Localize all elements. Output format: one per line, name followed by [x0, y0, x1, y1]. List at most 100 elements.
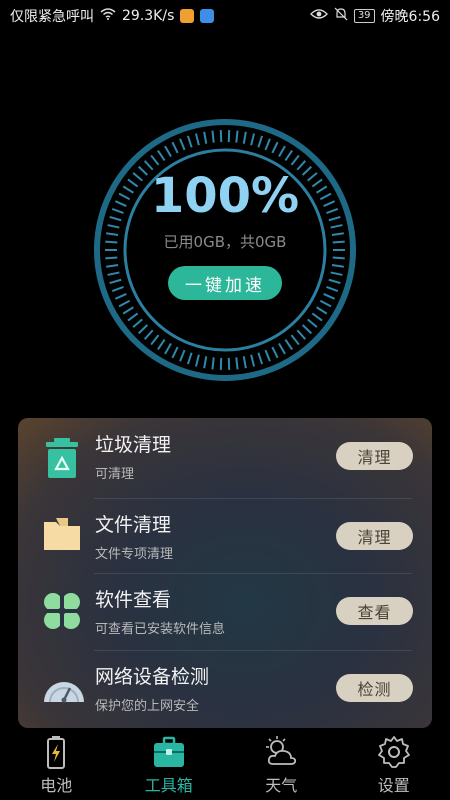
memory-usage-text: 已用0GB，共0GB: [163, 233, 287, 251]
dial-tick: [194, 133, 200, 146]
clock: 傍晚6:56: [380, 9, 440, 25]
dial-tick: [203, 356, 208, 369]
dial-tick: [284, 338, 293, 351]
dial-tick: [107, 271, 120, 276]
dial-tick: [137, 324, 149, 335]
network-check-button[interactable]: 检测: [336, 673, 413, 702]
dial-tick: [271, 141, 279, 154]
dial-tick: [316, 306, 328, 315]
dial-tick: [114, 293, 127, 300]
dial-tick: [118, 299, 131, 308]
dial-tick: [290, 334, 300, 346]
battery-level: 39: [353, 9, 375, 23]
tool-row-junk-clean[interactable]: 垃圾清理 可清理 清理: [18, 418, 432, 493]
tool-subtitle: 可查看已安装软件信息: [95, 621, 226, 637]
dial-tick: [235, 130, 239, 143]
status-bar: 仅限紧急呼叫 29.3K/s 39 傍晚6:56: [0, 0, 450, 32]
dial-tick: [330, 224, 343, 229]
dial-tick: [307, 318, 318, 328]
gear-icon: [377, 736, 410, 768]
tool-subtitle: 文件专项清理: [95, 546, 174, 562]
dial-tick: [171, 141, 179, 154]
dial-tick: [111, 285, 124, 292]
dial-tick: [171, 346, 179, 359]
nav-label: 工具箱: [144, 776, 193, 795]
network-speed: 29.3K/s: [122, 8, 175, 24]
tool-row-network-check[interactable]: 网络设备检测 保护您的上网安全 检测: [18, 650, 432, 725]
trash-recycle-icon: [42, 436, 82, 478]
nav-battery[interactable]: 电池: [0, 728, 113, 800]
dial-tick: [132, 318, 143, 328]
dial-tick: [331, 264, 344, 268]
dial-tick: [250, 133, 256, 146]
dial-tick: [257, 135, 264, 148]
battery-icon: [47, 736, 66, 769]
dial-tick: [122, 306, 134, 315]
nav-label: 设置: [377, 776, 410, 795]
dial-tick: [323, 293, 336, 300]
dial-tick: [150, 334, 160, 346]
nav-toolbox[interactable]: 工具箱: [113, 728, 226, 800]
nav-label: 天气: [265, 776, 298, 795]
dial-tick: [296, 329, 307, 340]
tool-title: 软件查看: [95, 588, 172, 611]
dial-tick: [264, 349, 271, 362]
nav-label: 电池: [40, 776, 73, 795]
app-notification-icon: [180, 9, 195, 23]
dial-tick: [211, 357, 215, 370]
memory-percent: 100%: [150, 168, 300, 224]
tool-subtitle: 保护您的上网安全: [95, 698, 200, 714]
dial-tick: [127, 312, 139, 322]
dial-tick: [179, 349, 186, 362]
dial-tick: [106, 264, 119, 268]
tool-title: 网络设备检测: [95, 665, 210, 688]
app-view-button[interactable]: 查看: [336, 596, 413, 625]
dial-tick: [105, 256, 118, 260]
dial-tick: [301, 324, 313, 335]
nav-weather[interactable]: 天气: [225, 728, 338, 800]
dial-tick: [311, 312, 323, 322]
dial-tick: [164, 343, 172, 355]
dial-tick: [328, 278, 341, 285]
dial-tick: [194, 354, 200, 367]
dial-tick: [150, 154, 160, 166]
wifi-icon: [100, 8, 116, 24]
dial-tick: [107, 224, 120, 229]
junk-clean-button[interactable]: 清理: [336, 441, 413, 470]
eye-icon: [309, 8, 328, 24]
dial-tick: [278, 145, 286, 157]
tool-panel: 垃圾清理 可清理 清理 文件清理 文件专项清理 清理 软件查看 可查看已安装软件…: [18, 418, 432, 728]
toolbox-icon: [153, 736, 184, 767]
nav-settings[interactable]: 设置: [338, 728, 450, 800]
one-tap-boost-button[interactable]: 一键加速: [168, 266, 282, 300]
speedometer-icon: [42, 668, 84, 708]
folder-icon: [42, 516, 82, 556]
dial-tick: [242, 131, 247, 144]
dial-tick: [109, 278, 122, 285]
dial-tick: [319, 299, 332, 308]
dial-tick: [186, 352, 193, 365]
dial-tick: [157, 338, 166, 351]
clover-apps-icon: [42, 591, 82, 631]
dial-tick: [164, 145, 172, 157]
tool-subtitle: 可清理: [95, 466, 135, 482]
dial-tick: [203, 131, 208, 144]
dial-tick: [278, 343, 286, 355]
app-notification-icon: [200, 9, 215, 23]
tool-title: 文件清理: [95, 513, 172, 536]
dial-tick: [157, 149, 166, 162]
dial-tick: [326, 285, 339, 292]
carrier-status-text: 仅限紧急呼叫: [10, 9, 94, 25]
dial-tick: [143, 329, 154, 340]
dial-tick: [264, 138, 271, 151]
file-clean-button[interactable]: 清理: [336, 521, 413, 550]
tool-title: 垃圾清理: [95, 433, 172, 456]
tool-row-app-view[interactable]: 软件查看 可查看已安装软件信息 查看: [18, 573, 432, 648]
dial-tick: [332, 256, 345, 260]
tool-row-file-clean[interactable]: 文件清理 文件专项清理 清理: [18, 498, 432, 573]
dial-tick: [257, 352, 264, 365]
bottom-nav: 电池 工具箱 天气 设置: [0, 728, 450, 800]
mute-bell-icon: [334, 7, 348, 25]
dial-tick: [179, 138, 186, 151]
dial-tick: [242, 356, 247, 369]
